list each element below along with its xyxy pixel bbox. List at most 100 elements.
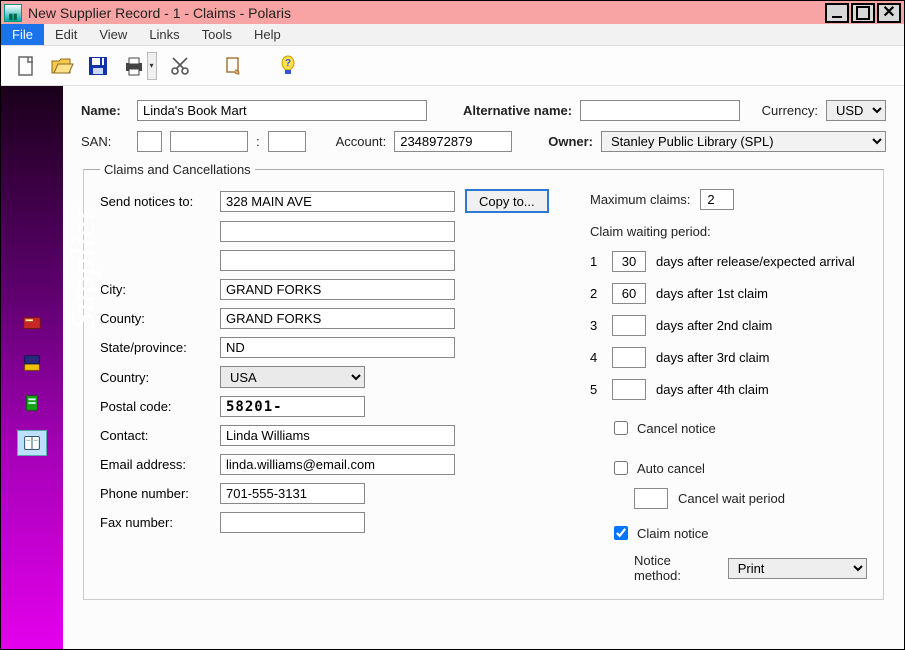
name-label: Name: (81, 103, 129, 118)
san-input-3[interactable] (268, 131, 306, 152)
max-claims-label: Maximum claims: (590, 192, 690, 207)
properties-button[interactable] (219, 51, 249, 81)
auto-cancel-checkbox[interactable] (614, 461, 628, 475)
period-2-num: 2 (590, 286, 602, 301)
addr3-input[interactable] (220, 250, 455, 271)
card-red-icon (21, 312, 43, 334)
period-3-label: days after 2nd claim (656, 318, 772, 333)
account-input[interactable] (394, 131, 512, 152)
addr1-input[interactable] (220, 191, 455, 212)
county-input[interactable] (220, 308, 455, 329)
menu-links[interactable]: Links (138, 24, 190, 45)
close-button[interactable]: ✕ (877, 3, 901, 23)
phone-input[interactable] (220, 483, 365, 504)
minimize-button[interactable] (825, 3, 849, 23)
app-window: ▮▮ New Supplier Record - 1 - Claims - Po… (0, 0, 905, 650)
auto-cancel-label: Auto cancel (637, 461, 705, 476)
sidebar-tab-orders[interactable] (17, 350, 47, 376)
name-input[interactable] (137, 100, 427, 121)
period-5-input[interactable] (612, 379, 646, 400)
account-label: Account: (336, 134, 387, 149)
print-button[interactable]: ▾ (119, 51, 159, 81)
period-1-label: days after release/expected arrival (656, 254, 855, 269)
menu-view[interactable]: View (88, 24, 138, 45)
header-row-1: Name: Alternative name: Currency: USD (81, 100, 886, 121)
period-3-num: 3 (590, 318, 602, 333)
open-folder-icon (50, 54, 74, 78)
save-icon (86, 54, 110, 78)
sidebar-label: Supplier (65, 206, 103, 329)
claims-fieldset: Claims and Cancellations Send notices to… (83, 162, 884, 600)
claim-notice-checkbox[interactable] (614, 526, 628, 540)
save-button[interactable] (83, 51, 113, 81)
addr2-input[interactable] (220, 221, 455, 242)
toolbar: ▾ ? (1, 46, 904, 86)
city-input[interactable] (220, 279, 455, 300)
notice-method-select[interactable]: Print (728, 558, 867, 579)
sidebar: Supplier (1, 86, 63, 649)
sidebar-tab-claims[interactable] (17, 430, 47, 456)
max-claims-input[interactable] (700, 189, 734, 210)
address-column: Send notices to: Copy to... City: County… (100, 189, 550, 583)
menu-file[interactable]: File (1, 24, 44, 45)
main-body: Supplier Name: (1, 86, 904, 649)
period-4-label: days after 3rd claim (656, 350, 769, 365)
open-button[interactable] (47, 51, 77, 81)
period-5-num: 5 (590, 382, 602, 397)
printer-icon (122, 54, 146, 78)
postal-input[interactable] (220, 396, 365, 417)
window-title: New Supplier Record - 1 - Claims - Polar… (28, 5, 823, 21)
san-input-1[interactable] (137, 131, 162, 152)
menu-help[interactable]: Help (243, 24, 292, 45)
period-5-label: days after 4th claim (656, 382, 769, 397)
fax-label: Fax number: (100, 515, 210, 530)
app-icon: ▮▮ (4, 4, 22, 22)
email-input[interactable] (220, 454, 455, 475)
help-button[interactable]: ? (273, 51, 303, 81)
country-select[interactable]: USA (220, 366, 365, 388)
alt-name-input[interactable] (580, 100, 740, 121)
period-3-input[interactable] (612, 315, 646, 336)
book-icon (21, 432, 43, 454)
fax-input[interactable] (220, 512, 365, 533)
contact-label: Contact: (100, 428, 210, 443)
alt-name-label: Alternative name: (463, 103, 572, 118)
period-4-num: 4 (590, 350, 602, 365)
maximize-button[interactable] (851, 3, 875, 23)
green-doc-icon (21, 392, 43, 414)
menu-bar: File Edit View Links Tools Help (1, 24, 904, 46)
new-button[interactable] (11, 51, 41, 81)
san-input-2[interactable] (170, 131, 248, 152)
print-dropdown-icon[interactable]: ▾ (147, 52, 157, 80)
owner-select[interactable]: Stanley Public Library (SPL) (601, 131, 886, 152)
county-label: County: (100, 311, 210, 326)
period-1-input[interactable] (612, 251, 646, 272)
state-input[interactable] (220, 337, 455, 358)
stack-icon (21, 352, 43, 374)
period-2-input[interactable] (612, 283, 646, 304)
country-label: Country: (100, 370, 210, 385)
sidebar-tab-general[interactable] (17, 310, 47, 336)
menu-edit[interactable]: Edit (44, 24, 88, 45)
sidebar-tab-account[interactable] (17, 390, 47, 416)
currency-select[interactable]: USD (826, 100, 886, 121)
contact-input[interactable] (220, 425, 455, 446)
cancel-wait-input[interactable] (634, 488, 668, 509)
menu-tools[interactable]: Tools (191, 24, 243, 45)
currency-label: Currency: (762, 103, 818, 118)
owner-label: Owner: (548, 134, 593, 149)
svg-text:?: ? (285, 58, 291, 69)
period-4-input[interactable] (612, 347, 646, 368)
help-bulb-icon: ? (276, 54, 300, 78)
waiting-label: Claim waiting period: (590, 224, 867, 239)
copy-to-button[interactable]: Copy to... (465, 189, 549, 213)
content-area: Name: Alternative name: Currency: USD SA… (63, 86, 904, 649)
cancel-notice-checkbox[interactable] (614, 421, 628, 435)
email-label: Email address: (100, 457, 210, 472)
window-controls: ✕ (823, 3, 901, 23)
claims-settings-column: Maximum claims: Claim waiting period: 1d… (590, 189, 867, 583)
cancel-wait-label: Cancel wait period (678, 491, 785, 506)
cut-button[interactable] (165, 51, 195, 81)
header-row-2: SAN: : Account: Owner: Stanley Public Li… (81, 131, 886, 152)
cancel-notice-label: Cancel notice (637, 421, 716, 436)
